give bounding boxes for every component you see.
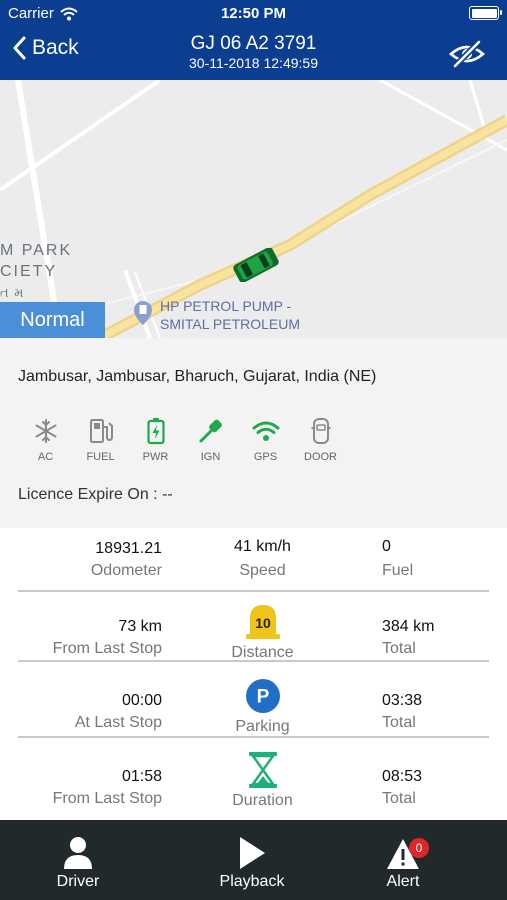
poi-line-1: HP PETROL PUMP - (160, 298, 292, 314)
duration-total-value: 08:53 (382, 768, 423, 785)
parking-badge: P (185, 676, 340, 716)
parking-label: Parking (235, 718, 290, 735)
snowflake-icon (35, 419, 56, 443)
distance-badge-number: 10 (255, 615, 271, 631)
duration-from-last-stop-label: From Last Stop (52, 790, 162, 807)
sensor-label: IGN (200, 451, 221, 463)
battery-icon (146, 418, 165, 445)
sensor-label: FUEL (86, 451, 115, 463)
sensor-label: PWR (142, 451, 169, 463)
distance-from-last-stop-value: 73 km (118, 618, 162, 635)
map-view[interactable]: M PARK CIETY ત મ HP PETROL PUMP - SMITAL… (0, 80, 507, 338)
stats-row-distance: 73 km From Last Stop 10 Distance 384 km … (0, 602, 507, 678)
sensor-label: DOOR (304, 451, 337, 463)
speed-label: Speed (239, 562, 286, 579)
tab-playback[interactable]: Playback (192, 820, 312, 900)
alert-count-badge: 0 (409, 838, 429, 858)
vehicle-status-badge: Normal (0, 302, 105, 338)
divider (18, 590, 489, 592)
sensor-ignition: IGN (183, 416, 238, 463)
key-icon (199, 419, 222, 443)
map-area-line-2: CIETY (0, 263, 58, 280)
fuel-value: 0 (382, 538, 391, 555)
divider (18, 736, 489, 738)
stats-panel: 18931.21 Odometer 41 km/h Speed 0 Fuel 7… (0, 528, 507, 820)
address-text: Jambusar, Jambusar, Bharuch, Gujarat, In… (18, 368, 377, 385)
distance-from-last-stop-label: From Last Stop (52, 640, 162, 657)
tab-alert[interactable]: Alert 0 (343, 820, 463, 900)
hourglass-icon (248, 752, 277, 788)
parking-badge-letter: P (256, 687, 269, 708)
map-area-label: M PARK CIETY ત મ (0, 240, 72, 303)
odometer-value: 18931.21 (95, 540, 162, 557)
sensor-label: AC (37, 451, 54, 463)
stats-row-duration: 01:58 From Last Stop Duration 08:53 Tota… (0, 750, 507, 826)
person-icon (64, 837, 92, 869)
duration-from-last-stop-value: 01:58 (121, 768, 162, 785)
duration-label: Duration (232, 792, 293, 809)
distance-total-value: 384 km (382, 618, 435, 635)
timestamp: 30-11-2018 12:49:59 (189, 55, 318, 71)
parking-at-last-stop-label: At Last Stop (74, 714, 162, 731)
car-door-icon (311, 418, 330, 444)
eye-slash-icon[interactable] (449, 39, 485, 69)
fuel-pump-icon (89, 419, 113, 443)
divider (18, 660, 489, 662)
licence-expiry: Licence Expire On : -- (18, 486, 173, 503)
parking-total-value: 03:38 (382, 692, 423, 709)
petrol-pump-pin-icon[interactable] (134, 301, 152, 325)
status-bar: Carrier 12:50 PM (0, 0, 507, 28)
odometer-label: Odometer (90, 562, 162, 579)
tab-driver-label: Driver (56, 873, 100, 890)
vehicle-number: GJ 06 A2 3791 (190, 33, 317, 54)
tab-driver[interactable]: Driver (18, 820, 138, 900)
play-icon (240, 837, 265, 869)
distance-total-label: Total (382, 640, 416, 657)
clock: 12:50 PM (220, 5, 287, 22)
fuel-label: Fuel (382, 562, 414, 579)
sensor-door: DOOR (293, 416, 348, 463)
duration-total-label: Total (382, 790, 416, 807)
vehicle-marker-icon[interactable] (228, 248, 284, 282)
poi-label[interactable]: HP PETROL PUMP - SMITAL PETROLEUM (160, 297, 300, 333)
sensor-ac: AC (18, 416, 73, 463)
wifi-signal-icon (252, 421, 279, 441)
navigation-bar: Back GJ 06 A2 3791 30-11-2018 12:49:59 (0, 28, 507, 80)
parking-at-last-stop-value: 00:00 (121, 692, 162, 709)
poi-line-2: SMITAL PETROLEUM (160, 316, 301, 332)
battery-icon (469, 6, 502, 20)
distance-badge: 10 (185, 602, 340, 642)
title-group: GJ 06 A2 3791 30-11-2018 12:49:59 (0, 33, 507, 72)
tab-alert-label: Alert (386, 873, 420, 890)
tab-playback-label: Playback (219, 873, 285, 890)
sensor-power: PWR (128, 416, 183, 463)
speed-value: 41 km/h (234, 538, 291, 555)
sensor-fuel: FUEL (73, 416, 128, 463)
map-area-line-1: M PARK (0, 242, 73, 259)
bottom-tab-bar: Driver Playback Alert 0 (0, 820, 507, 900)
sensor-label: GPS (253, 451, 278, 463)
map-area-line-3: ત મ (0, 285, 25, 300)
stats-row-parking: 00:00 At Last Stop P Parking 03:38 Total (0, 676, 507, 752)
parking-total-label: Total (382, 714, 416, 731)
distance-bell-icon: 10 (245, 605, 280, 639)
sensor-gps: GPS (238, 416, 293, 463)
parking-icon: P (245, 679, 280, 713)
sensor-row: AC FUEL PWR IGN GPS DOOR (18, 416, 348, 463)
duration-badge (185, 750, 340, 790)
info-panel: Jambusar, Jambusar, Bharuch, Gujarat, In… (0, 338, 507, 528)
